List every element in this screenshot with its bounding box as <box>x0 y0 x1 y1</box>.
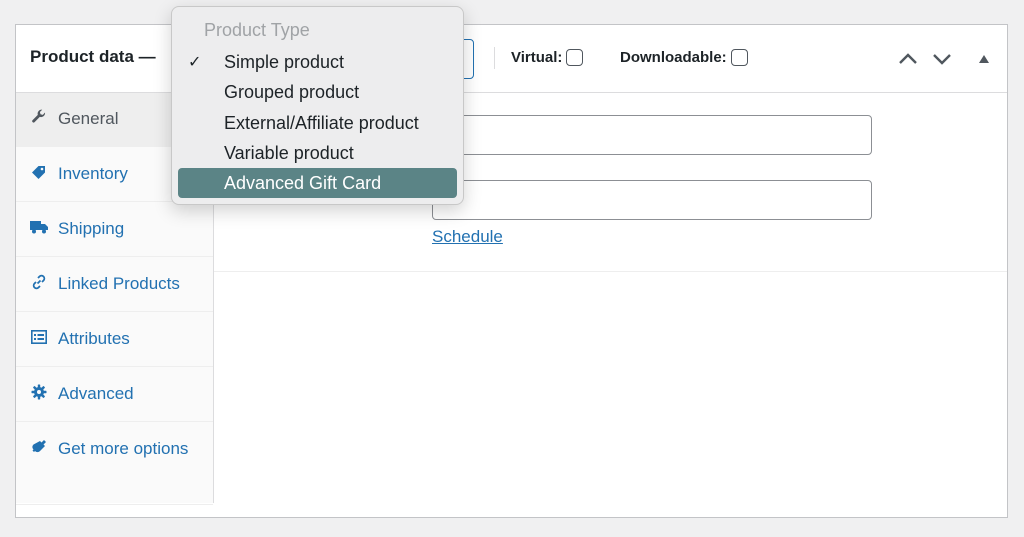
move-down-button[interactable] <box>930 47 954 71</box>
tab-get-more-options[interactable]: Get more options <box>16 423 213 505</box>
sale-price-input[interactable] <box>432 180 872 220</box>
dropdown-item-label: Simple product <box>224 52 345 72</box>
tab-shipping-label: Shipping <box>58 219 125 238</box>
header-separator <box>494 47 495 69</box>
regular-price-input[interactable] <box>432 115 872 155</box>
tag-icon <box>30 163 48 181</box>
tab-advanced[interactable]: Advanced <box>16 368 213 422</box>
toggle-panel-button[interactable] <box>972 47 996 71</box>
tab-shipping[interactable]: Shipping <box>16 203 213 257</box>
chevron-down-icon <box>933 54 951 65</box>
tab-advanced-label: Advanced <box>58 384 134 403</box>
virtual-checkbox-label[interactable]: Virtual: <box>511 49 584 66</box>
downloadable-checkbox[interactable] <box>730 49 748 66</box>
dropdown-item-label: Grouped product <box>224 82 360 102</box>
dropdown-item-simple-product[interactable]: ✓ Simple product <box>178 47 457 77</box>
downloadable-label: Downloadable: <box>620 49 727 66</box>
checkmark-icon: ✓ <box>188 54 202 71</box>
tab-get-more-options-label: Get more options <box>58 439 189 458</box>
tab-general-label: General <box>58 109 119 128</box>
schedule-link[interactable]: Schedule <box>432 227 503 247</box>
move-up-button[interactable] <box>896 47 920 71</box>
dropdown-item-external-affiliate-product[interactable]: External/Affiliate product <box>178 108 457 138</box>
triangle-up-icon <box>979 55 989 63</box>
downloadable-checkbox-label[interactable]: Downloadable: <box>620 49 748 66</box>
chevron-up-icon <box>899 53 917 64</box>
gear-icon <box>30 383 48 401</box>
dropdown-item-variable-product[interactable]: Variable product <box>178 138 457 168</box>
panel-title: Product data — <box>30 47 156 66</box>
tab-linked-products[interactable]: Linked Products <box>16 258 213 312</box>
tab-inventory-label: Inventory <box>58 164 128 183</box>
panel-header: Product data — Virtual: Downloadable: <box>16 25 1007 93</box>
dropdown-item-label: External/Affiliate product <box>224 113 419 133</box>
virtual-label: Virtual: <box>511 49 563 66</box>
dropdown-item-grouped-product[interactable]: Grouped product <box>178 77 457 107</box>
tab-linked-products-label: Linked Products <box>58 274 180 293</box>
dropdown-item-advanced-gift-card[interactable]: Advanced Gift Card <box>178 168 457 198</box>
dropdown-header: Product Type <box>204 20 310 40</box>
truck-icon <box>30 218 48 236</box>
tab-attributes-label: Attributes <box>58 329 130 348</box>
virtual-checkbox[interactable] <box>566 49 584 66</box>
dropdown-item-label: Advanced Gift Card <box>224 173 382 193</box>
content-divider <box>214 271 1007 272</box>
list-icon <box>30 328 48 346</box>
dropdown-item-label: Variable product <box>224 143 354 163</box>
product-data-panel: Product data — Virtual: Downloadable: Ge… <box>15 24 1008 518</box>
link-icon <box>30 273 48 291</box>
tab-attributes[interactable]: Attributes <box>16 313 213 367</box>
product-type-dropdown: Product Type ✓ Simple product Grouped pr… <box>171 6 464 205</box>
wrench-icon <box>30 108 48 126</box>
